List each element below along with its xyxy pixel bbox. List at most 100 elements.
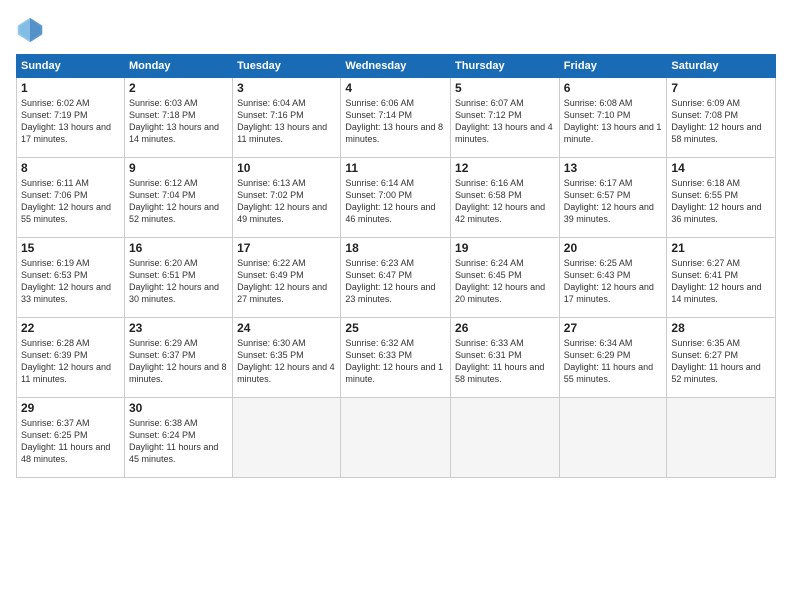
day-number: 5 <box>455 81 555 95</box>
day-info: Sunrise: 6:18 AMSunset: 6:55 PMDaylight:… <box>671 177 771 226</box>
day-info: Sunrise: 6:32 AMSunset: 6:33 PMDaylight:… <box>345 337 446 386</box>
logo <box>16 16 48 44</box>
calendar-day-header: Monday <box>124 55 232 78</box>
calendar-week-row: 8Sunrise: 6:11 AMSunset: 7:06 PMDaylight… <box>17 158 776 238</box>
day-number: 28 <box>671 321 771 335</box>
table-row: 8Sunrise: 6:11 AMSunset: 7:06 PMDaylight… <box>17 158 125 238</box>
day-number: 18 <box>345 241 446 255</box>
table-row: 21 Sunrise: 6:27 AMSunset: 6:41 PMDayligh… <box>667 238 776 318</box>
header <box>16 16 776 44</box>
day-info: Sunrise: 6:30 AMSunset: 6:35 PMDaylight:… <box>237 337 336 386</box>
table-row: 5 Sunrise: 6:07 AMSunset: 7:12 PMDaylight… <box>451 78 560 158</box>
day-number: 20 <box>564 241 663 255</box>
day-number: 13 <box>564 161 663 175</box>
day-info: Sunrise: 6:25 AMSunset: 6:43 PMDaylight:… <box>564 257 663 306</box>
table-row: 10 Sunrise: 6:13 AMSunset: 7:02 PMDayligh… <box>233 158 341 238</box>
day-info: Sunrise: 6:06 AMSunset: 7:14 PMDaylight:… <box>345 97 446 146</box>
day-number: 22 <box>21 321 120 335</box>
day-info: Sunrise: 6:12 AMSunset: 7:04 PMDaylight:… <box>129 177 228 226</box>
table-row: 14 Sunrise: 6:18 AMSunset: 6:55 PMDayligh… <box>667 158 776 238</box>
table-row: 9Sunrise: 6:12 AMSunset: 7:04 PMDaylight… <box>124 158 232 238</box>
table-row: 3Sunrise: 6:04 AMSunset: 7:16 PMDaylight… <box>233 78 341 158</box>
day-number: 21 <box>671 241 771 255</box>
table-row: 19Sunrise: 6:24 AMSunset: 6:45 PMDayligh… <box>451 238 560 318</box>
day-info: Sunrise: 6:23 AMSunset: 6:47 PMDaylight:… <box>345 257 446 306</box>
table-row <box>559 398 667 478</box>
day-info: Sunrise: 6:38 AMSunset: 6:24 PMDaylight:… <box>129 417 228 466</box>
day-number: 14 <box>671 161 771 175</box>
day-number: 10 <box>237 161 336 175</box>
day-info: Sunrise: 6:28 AMSunset: 6:39 PMDaylight:… <box>21 337 120 386</box>
day-info: Sunrise: 6:17 AMSunset: 6:57 PMDaylight:… <box>564 177 663 226</box>
day-number: 7 <box>671 81 771 95</box>
calendar-week-row: 15Sunrise: 6:19 AMSunset: 6:53 PMDayligh… <box>17 238 776 318</box>
day-number: 11 <box>345 161 446 175</box>
day-info: Sunrise: 6:34 AMSunset: 6:29 PMDaylight:… <box>564 337 663 386</box>
day-number: 27 <box>564 321 663 335</box>
calendar-week-row: 29 Sunrise: 6:37 AMSunset: 6:25 PMDayligh… <box>17 398 776 478</box>
day-info: Sunrise: 6:35 AMSunset: 6:27 PMDaylight:… <box>671 337 771 386</box>
calendar-table: SundayMondayTuesdayWednesdayThursdayFrid… <box>16 54 776 478</box>
day-number: 6 <box>564 81 663 95</box>
table-row: 16 Sunrise: 6:20 AMSunset: 6:51 PMDayligh… <box>124 238 232 318</box>
day-info: Sunrise: 6:20 AMSunset: 6:51 PMDaylight:… <box>129 257 228 306</box>
table-row: 24 Sunrise: 6:30 AMSunset: 6:35 PMDayligh… <box>233 318 341 398</box>
general-blue-logo-icon <box>16 16 44 44</box>
table-row: 22 Sunrise: 6:28 AMSunset: 6:39 PMDayligh… <box>17 318 125 398</box>
day-info: Sunrise: 6:37 AMSunset: 6:25 PMDaylight:… <box>21 417 120 466</box>
table-row: 20 Sunrise: 6:25 AMSunset: 6:43 PMDayligh… <box>559 238 667 318</box>
day-number: 17 <box>237 241 336 255</box>
day-number: 16 <box>129 241 228 255</box>
day-number: 3 <box>237 81 336 95</box>
calendar-day-header: Sunday <box>17 55 125 78</box>
table-row <box>451 398 560 478</box>
day-info: Sunrise: 6:29 AMSunset: 6:37 PMDaylight:… <box>129 337 228 386</box>
table-row: 13 Sunrise: 6:17 AMSunset: 6:57 PMDayligh… <box>559 158 667 238</box>
table-row: 27 Sunrise: 6:34 AMSunset: 6:29 PMDayligh… <box>559 318 667 398</box>
table-row: 17 Sunrise: 6:22 AMSunset: 6:49 PMDayligh… <box>233 238 341 318</box>
day-number: 19 <box>455 241 555 255</box>
day-number: 12 <box>455 161 555 175</box>
table-row <box>233 398 341 478</box>
day-number: 26 <box>455 321 555 335</box>
table-row: 26 Sunrise: 6:33 AMSunset: 6:31 PMDayligh… <box>451 318 560 398</box>
day-number: 4 <box>345 81 446 95</box>
table-row: 1 Sunrise: 6:02 AMSunset: 7:19 PMDaylight… <box>17 78 125 158</box>
page: SundayMondayTuesdayWednesdayThursdayFrid… <box>0 0 792 612</box>
day-info: Sunrise: 6:22 AMSunset: 6:49 PMDaylight:… <box>237 257 336 306</box>
day-number: 8 <box>21 161 120 175</box>
day-info: Sunrise: 6:07 AMSunset: 7:12 PMDaylight:… <box>455 97 555 146</box>
table-row <box>667 398 776 478</box>
day-number: 24 <box>237 321 336 335</box>
table-row: 2Sunrise: 6:03 AMSunset: 7:18 PMDaylight… <box>124 78 232 158</box>
table-row: 30 Sunrise: 6:38 AMSunset: 6:24 PMDayligh… <box>124 398 232 478</box>
day-info: Sunrise: 6:13 AMSunset: 7:02 PMDaylight:… <box>237 177 336 226</box>
table-row: 25 Sunrise: 6:32 AMSunset: 6:33 PMDayligh… <box>341 318 451 398</box>
day-number: 15 <box>21 241 120 255</box>
day-info: Sunrise: 6:14 AMSunset: 7:00 PMDaylight:… <box>345 177 446 226</box>
table-row: 15Sunrise: 6:19 AMSunset: 6:53 PMDayligh… <box>17 238 125 318</box>
day-number: 30 <box>129 401 228 415</box>
day-number: 29 <box>21 401 120 415</box>
calendar-week-row: 22 Sunrise: 6:28 AMSunset: 6:39 PMDayligh… <box>17 318 776 398</box>
table-row: 28 Sunrise: 6:35 AMSunset: 6:27 PMDayligh… <box>667 318 776 398</box>
calendar-week-row: 1 Sunrise: 6:02 AMSunset: 7:19 PMDaylight… <box>17 78 776 158</box>
day-info: Sunrise: 6:09 AMSunset: 7:08 PMDaylight:… <box>671 97 771 146</box>
calendar-day-header: Friday <box>559 55 667 78</box>
calendar-header-row: SundayMondayTuesdayWednesdayThursdayFrid… <box>17 55 776 78</box>
day-number: 25 <box>345 321 446 335</box>
day-info: Sunrise: 6:33 AMSunset: 6:31 PMDaylight:… <box>455 337 555 386</box>
calendar-day-header: Tuesday <box>233 55 341 78</box>
table-row <box>341 398 451 478</box>
day-number: 2 <box>129 81 228 95</box>
day-info: Sunrise: 6:02 AMSunset: 7:19 PMDaylight:… <box>21 97 120 146</box>
day-info: Sunrise: 6:08 AMSunset: 7:10 PMDaylight:… <box>564 97 663 146</box>
day-number: 1 <box>21 81 120 95</box>
table-row: 18 Sunrise: 6:23 AMSunset: 6:47 PMDayligh… <box>341 238 451 318</box>
day-info: Sunrise: 6:16 AMSunset: 6:58 PMDaylight:… <box>455 177 555 226</box>
day-info: Sunrise: 6:27 AMSunset: 6:41 PMDaylight:… <box>671 257 771 306</box>
table-row: 29 Sunrise: 6:37 AMSunset: 6:25 PMDayligh… <box>17 398 125 478</box>
table-row: 11 Sunrise: 6:14 AMSunset: 7:00 PMDayligh… <box>341 158 451 238</box>
table-row: 4 Sunrise: 6:06 AMSunset: 7:14 PMDaylight… <box>341 78 451 158</box>
table-row: 7 Sunrise: 6:09 AMSunset: 7:08 PMDaylight… <box>667 78 776 158</box>
